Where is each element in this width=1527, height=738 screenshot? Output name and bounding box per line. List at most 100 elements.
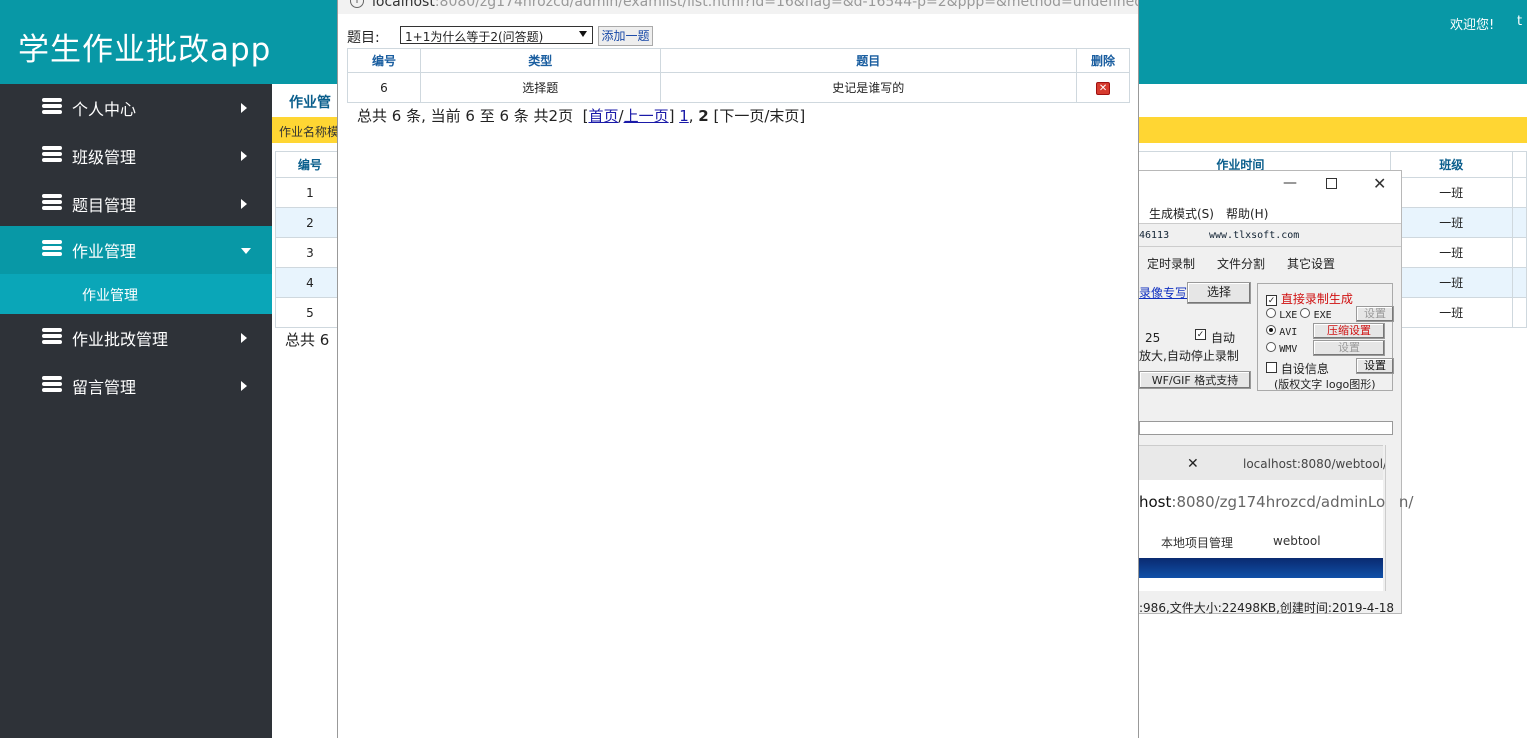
chevron-down-icon	[241, 248, 251, 254]
radio-exe-label: EXE	[1313, 310, 1332, 321]
submenu-item-homework-management[interactable]: 作业管理	[0, 274, 272, 314]
compress-settings-button[interactable]: 压缩设置	[1313, 323, 1385, 339]
prev-page-link[interactable]: 上一页	[624, 107, 669, 125]
browser-banner	[1139, 558, 1383, 578]
output-format-panel: ✓ 直接录制生成 LXE EXE 设置 AVI 压缩设置 WMV 设置 自设信息…	[1257, 283, 1394, 391]
info-icon[interactable]: i	[350, 0, 364, 8]
cell-class: 一班	[1389, 207, 1513, 238]
sidebar-item-question-management[interactable]: 题目管理	[0, 180, 272, 228]
tab-other-settings[interactable]: 其它设置	[1287, 255, 1335, 272]
column-header: 班级	[1389, 151, 1513, 178]
cell-class: 一班	[1389, 267, 1513, 298]
cell-id: 5	[275, 297, 345, 328]
page-1-link[interactable]: 1	[679, 107, 689, 125]
table-row[interactable]: 6 选择题 史记是谁写的 ✕	[347, 72, 1130, 103]
layers-icon	[42, 98, 62, 116]
sidebar-item-label: 班级管理	[72, 148, 137, 167]
close-icon[interactable]: ✕	[1373, 174, 1386, 193]
menu-help[interactable]: 帮助(H)	[1226, 205, 1268, 222]
sidebar-item-homework-management[interactable]: 作业管理	[0, 226, 272, 274]
cell-id: 2	[275, 207, 345, 238]
user-name[interactable]: t	[1517, 14, 1522, 29]
welcome-text: 欢迎您!	[1450, 18, 1495, 33]
direct-record-label: 直接录制生成	[1280, 292, 1353, 306]
column-header	[1511, 151, 1527, 178]
column-header: 题目	[659, 48, 1078, 73]
browser-url-path: :8080/zg174hrozcd/adminLogin/	[1171, 493, 1414, 511]
info-code: 46113	[1139, 230, 1170, 241]
sidebar-item-label: 留言管理	[72, 378, 137, 397]
chevron-down-icon	[579, 31, 587, 37]
custom-info-checkbox[interactable]	[1266, 362, 1277, 373]
recorder-tabs: 定时录制 文件分割 其它设置	[1139, 251, 1401, 275]
tab-file-split[interactable]: 文件分割	[1217, 255, 1265, 272]
radio-exe[interactable]	[1300, 308, 1311, 318]
chevron-right-icon	[241, 199, 247, 209]
question-label: 题目:	[347, 30, 380, 46]
layers-icon	[42, 240, 62, 258]
sidebar-item-class-management[interactable]: 班级管理	[0, 132, 272, 180]
sidebar-item-label: 题目管理	[72, 196, 137, 215]
layers-icon	[42, 328, 62, 346]
radio-lxe[interactable]	[1266, 308, 1276, 318]
pagination: 总共 6 条, 当前 6 至 6 条 共2页 [首页/上一页] 1, 2 [下一…	[357, 107, 806, 125]
sidebar-item-label: 作业批改管理	[72, 330, 169, 349]
add-question-button[interactable]: 添加一题	[598, 26, 653, 46]
table-summary: 总共 6	[285, 331, 330, 349]
sidebar-item-message-management[interactable]: 留言管理	[0, 362, 272, 410]
popup-url-bar: i localhost:8080/zg174hrozcd/admin/examl…	[338, 0, 1138, 14]
fps-value: 25	[1145, 331, 1161, 345]
minimize-icon[interactable]: —	[1283, 175, 1297, 191]
embedded-browser: ✕ localhost:8080/webtool/ host:8080/zg17…	[1139, 445, 1413, 591]
radio-avi[interactable]	[1266, 325, 1276, 335]
cell-id: 6	[347, 72, 421, 103]
vertical-scrollbar[interactable]	[1385, 445, 1399, 591]
question-select[interactable]: 1+1为什么等于2(问答题)	[400, 26, 593, 44]
sidebar-item-label: 个人中心	[72, 100, 137, 119]
browser-tab[interactable]: localhost:8080/webtool/	[1243, 457, 1387, 471]
cell-delete: ✕	[1076, 72, 1130, 103]
setting-button[interactable]: 设置	[1356, 306, 1394, 322]
cell-type: 选择题	[419, 72, 661, 103]
popup-url: localhost:8080/zg174hrozcd/admin/examlis…	[372, 0, 1138, 10]
cell-class: 一班	[1389, 297, 1513, 328]
pagination-summary: 总共 6 条, 当前 6 至 6 条 共2页	[357, 107, 574, 125]
browser-url-host: host	[1139, 493, 1172, 511]
delete-icon[interactable]: ✕	[1096, 82, 1111, 95]
direct-record-checkbox[interactable]: ✓	[1266, 295, 1277, 306]
chevron-right-icon	[241, 103, 247, 113]
radio-wmv[interactable]	[1266, 342, 1276, 352]
gif-format-button[interactable]: WF/GIF 格式支持	[1139, 371, 1251, 389]
question-popup: i localhost:8080/zg174hrozcd/admin/examl…	[337, 0, 1139, 738]
select-button[interactable]: 选择	[1187, 282, 1251, 304]
radio-lxe-label: LXE	[1279, 310, 1298, 321]
recorder-address-field[interactable]	[1139, 421, 1393, 435]
tab-scheduled-record[interactable]: 定时录制	[1147, 255, 1195, 272]
first-page-link[interactable]: 首页	[588, 107, 618, 125]
cell-class: 一班	[1389, 237, 1513, 268]
bookmark-webtool[interactable]: webtool	[1273, 534, 1321, 548]
submenu-item-label: 作业管理	[82, 288, 138, 304]
table-header-row: 编号 类型 题目 删除	[347, 48, 1130, 73]
sidebar-item-grading-management[interactable]: 作业批改管理	[0, 314, 272, 362]
browser-url[interactable]: host:8080/zg174hrozcd/adminLogin/	[1139, 493, 1413, 511]
search-label: 作业名称模	[279, 125, 340, 139]
recorder-link[interactable]: 录像专写	[1139, 284, 1187, 301]
cell-id: 1	[275, 177, 345, 208]
menu-generate-mode[interactable]: 生成模式(S)	[1149, 205, 1214, 222]
close-icon[interactable]: ✕	[1187, 456, 1199, 472]
recorder-titlebar: — ✕	[1139, 171, 1401, 201]
app-title: 学生作业批改app	[18, 32, 272, 68]
current-page: 2	[698, 107, 709, 125]
auto-checkbox[interactable]: ✓	[1195, 329, 1206, 340]
sidebar-item-personal-center[interactable]: 个人中心	[0, 84, 272, 132]
chevron-right-icon	[241, 333, 247, 343]
maximize-icon[interactable]	[1326, 178, 1337, 189]
chevron-right-icon	[241, 151, 247, 161]
bookmark-local-projects[interactable]: 本地项目管理	[1161, 534, 1233, 551]
recorder-window: — ✕ 生成模式(S) 帮助(H) 46113 www.tlxsoft.com …	[1138, 170, 1413, 615]
wmv-setting-button[interactable]: 设置	[1313, 340, 1385, 356]
custom-info-setting-button[interactable]: 设置	[1356, 358, 1394, 374]
popup-url-host: localhost	[372, 0, 435, 10]
column-header: 编号	[275, 151, 345, 178]
